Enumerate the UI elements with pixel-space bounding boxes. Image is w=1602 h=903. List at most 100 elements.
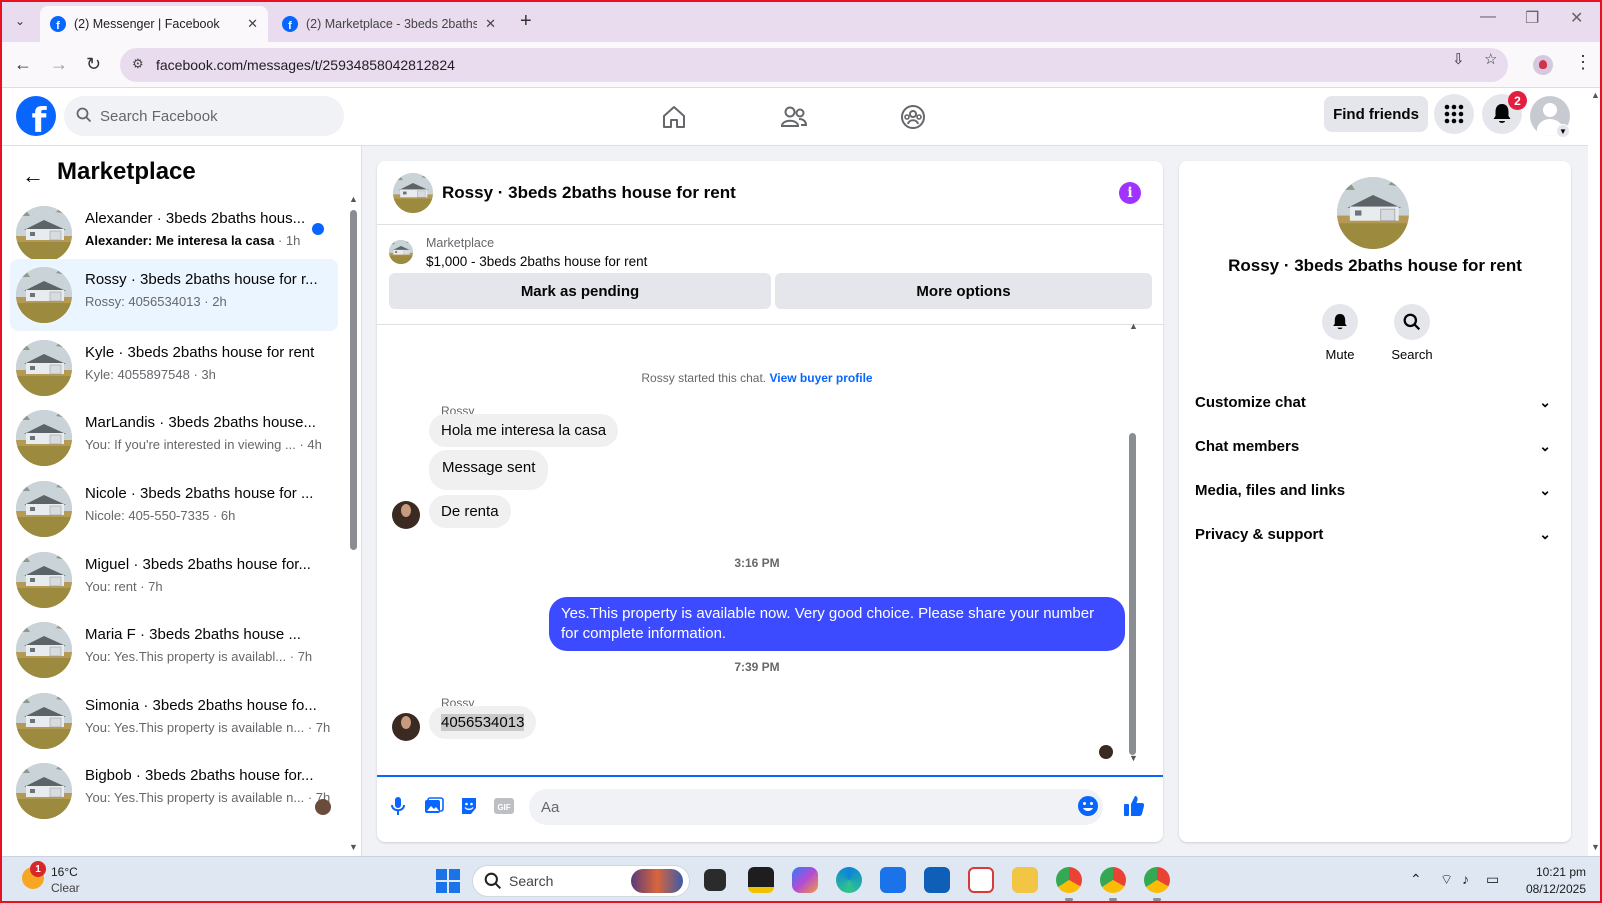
- windows-start-icon[interactable]: [436, 869, 460, 893]
- site-info-icon[interactable]: ⚙: [132, 56, 144, 72]
- incoming-message[interactable]: Hola me interesa la casa: [429, 414, 619, 447]
- tab-search-button[interactable]: ⌄: [8, 9, 32, 33]
- outgoing-message[interactable]: Yes.This property is available now. Very…: [549, 597, 1125, 651]
- conversation-item[interactable]: Bigbob · 3beds 2baths house for... You: Y…: [10, 755, 338, 827]
- snipping-tool-icon[interactable]: [968, 867, 994, 893]
- microphone-icon[interactable]: [387, 795, 409, 817]
- conversation-item[interactable]: Nicole · 3beds 2baths house for ... Nicol…: [10, 473, 338, 545]
- chrome-profile-icon[interactable]: [1144, 867, 1170, 893]
- page-scrollbar[interactable]: ▲ ▼: [1588, 88, 1602, 856]
- sticker-icon[interactable]: [458, 795, 480, 817]
- wifi-icon[interactable]: ⌔: [1440, 871, 1453, 889]
- file-explorer-icon[interactable]: [1012, 867, 1038, 893]
- notification-count-badge: 2: [1508, 91, 1527, 110]
- page-scroll-up-icon[interactable]: ▲: [1591, 90, 1600, 100]
- page-scroll-down-icon[interactable]: ▼: [1591, 842, 1600, 852]
- conversation-item[interactable]: MarLandis · 3beds 2baths house... You: If…: [10, 402, 338, 474]
- sender-avatar[interactable]: [392, 713, 420, 741]
- browser-profile-avatar[interactable]: [1533, 55, 1553, 75]
- incoming-message-phone[interactable]: 4056534013: [429, 706, 537, 739]
- sender-avatar[interactable]: [392, 501, 420, 529]
- more-options-button[interactable]: More options: [775, 273, 1152, 309]
- left-scrollbar[interactable]: [350, 210, 357, 550]
- chat-scroll-up-icon[interactable]: ▲: [1129, 321, 1138, 331]
- sticky-notes-icon[interactable]: [748, 867, 774, 893]
- mark-as-pending-button[interactable]: Mark as pending: [389, 273, 771, 309]
- show-hidden-icons-icon[interactable]: ⌃: [1410, 871, 1422, 888]
- chrome-profile-icon[interactable]: [1100, 867, 1126, 893]
- edge-icon[interactable]: [836, 867, 862, 893]
- clock-date[interactable]: 08/12/2025: [1516, 882, 1586, 896]
- volume-icon[interactable]: ♪: [1462, 871, 1469, 887]
- listing-thumbnail[interactable]: [393, 173, 433, 213]
- account-chevron-down-icon[interactable]: ▼: [1556, 124, 1570, 138]
- conversation-preview: Rossy: 4056534013 · 2h: [85, 294, 227, 309]
- listing-price-title[interactable]: $1,000 - 3beds 2baths house for rent: [426, 254, 647, 269]
- close-tab-icon[interactable]: ✕: [485, 16, 496, 32]
- customize-chat-section[interactable]: Customize chat ⌄: [1195, 380, 1555, 424]
- close-tab-icon[interactable]: ✕: [247, 16, 258, 32]
- like-thumbs-up-icon[interactable]: [1123, 795, 1145, 817]
- facebook-search-input[interactable]: Search Facebook: [64, 96, 344, 136]
- back-arrow-icon[interactable]: ←: [22, 163, 44, 189]
- clock-time[interactable]: 10:21 pm: [1526, 865, 1586, 879]
- facebook-logo-icon[interactable]: f: [16, 96, 56, 136]
- privacy-support-section[interactable]: Privacy & support ⌄: [1195, 512, 1555, 556]
- tab-messenger[interactable]: f (2) Messenger | Facebook ✕: [40, 6, 268, 42]
- photo-icon[interactable]: [423, 795, 445, 817]
- conversation-item[interactable]: Maria F · 3beds 2baths house ... You: Yes…: [10, 614, 338, 686]
- conversation-item[interactable]: Simonia · 3beds 2baths house fo... You: Y…: [10, 685, 338, 757]
- weather-temp[interactable]: 16°C: [51, 865, 78, 879]
- restore-icon[interactable]: ❐: [1525, 8, 1539, 28]
- mute-button[interactable]: Mute: [1305, 304, 1375, 362]
- home-icon[interactable]: [659, 102, 689, 132]
- message-input[interactable]: [529, 789, 1103, 825]
- chrome-icon[interactable]: [1056, 867, 1082, 893]
- facebook-favicon-icon: f: [50, 16, 66, 32]
- reload-icon[interactable]: ↻: [86, 54, 101, 75]
- store-icon[interactable]: [880, 867, 906, 893]
- close-window-icon[interactable]: ✕: [1570, 8, 1583, 28]
- incoming-message[interactable]: Message sent: [429, 450, 549, 490]
- bookmark-star-icon[interactable]: ☆: [1484, 50, 1497, 68]
- bell-icon: [1322, 304, 1358, 340]
- view-buyer-profile-link[interactable]: View buyer profile: [769, 371, 872, 385]
- read-receipt-avatar: [1099, 745, 1113, 759]
- tab-marketplace[interactable]: f (2) Marketplace - 3beds 2baths house f…: [272, 6, 506, 42]
- emoji-icon[interactable]: [1077, 795, 1099, 817]
- conversation-item[interactable]: Miguel · 3beds 2baths house for... You: r…: [10, 544, 338, 616]
- friends-icon[interactable]: [779, 102, 809, 132]
- scroll-down-icon[interactable]: ▼: [349, 842, 358, 852]
- listing-large-thumbnail[interactable]: [1337, 177, 1409, 249]
- chat-scroll-down-icon[interactable]: ▼: [1129, 753, 1138, 763]
- gif-icon[interactable]: GIF: [493, 795, 515, 817]
- menu-grid-icon[interactable]: [1434, 94, 1474, 134]
- copilot-icon[interactable]: [792, 867, 818, 893]
- media-files-links-section[interactable]: Media, files and links ⌄: [1195, 468, 1555, 512]
- conversation-item[interactable]: Kyle · 3beds 2baths house for rent Kyle: …: [10, 332, 338, 404]
- install-app-icon[interactable]: ⇩: [1452, 50, 1465, 68]
- chat-title[interactable]: Rossy · 3beds 2baths house for rent: [442, 183, 736, 203]
- battery-icon[interactable]: ▭: [1486, 871, 1499, 888]
- info-icon[interactable]: i: [1119, 182, 1141, 204]
- browser-menu-icon[interactable]: ⋮: [1574, 52, 1592, 73]
- weather-condition[interactable]: Clear: [51, 881, 80, 895]
- incoming-message[interactable]: De renta: [429, 495, 511, 528]
- back-icon[interactable]: ←: [14, 54, 32, 75]
- find-friends-button[interactable]: Find friends: [1324, 96, 1428, 132]
- scroll-up-icon[interactable]: ▲: [349, 194, 358, 204]
- url-bar[interactable]: ⚙ facebook.com/messages/t/25934858042812…: [120, 48, 1508, 82]
- groups-icon[interactable]: [898, 102, 928, 132]
- minimize-icon[interactable]: —: [1480, 8, 1496, 26]
- chat-scrollbar[interactable]: [1129, 433, 1136, 755]
- taskbar-search[interactable]: Search: [472, 865, 690, 897]
- task-view-icon[interactable]: [704, 869, 726, 891]
- search-in-chat-button[interactable]: Search: [1377, 304, 1447, 362]
- chat-members-section[interactable]: Chat members ⌄: [1195, 424, 1555, 468]
- conversation-item[interactable]: Rossy · 3beds 2baths house for r... Rossy…: [10, 259, 338, 331]
- listing-small-thumbnail[interactable]: [389, 240, 413, 264]
- new-tab-button[interactable]: +: [520, 10, 532, 33]
- forward-icon[interactable]: →: [50, 54, 68, 75]
- outlook-icon[interactable]: [924, 867, 950, 893]
- conversation-preview: You: rent · 7h: [85, 579, 163, 594]
